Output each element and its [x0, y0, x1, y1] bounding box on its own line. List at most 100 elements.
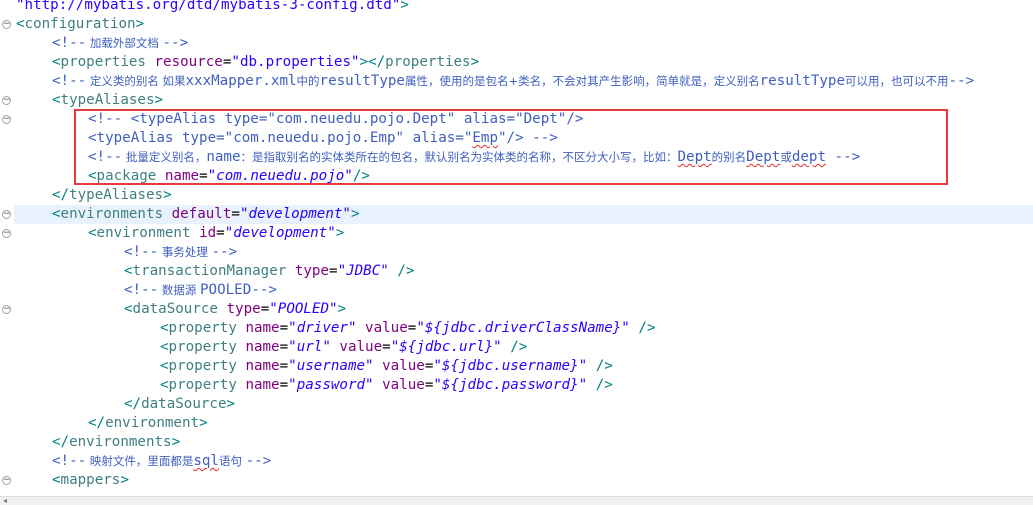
code-line-content: <mappers> — [52, 471, 129, 490]
code-token: </ — [52, 434, 70, 450]
code-token: 可以用，也可以不用 — [845, 74, 949, 88]
code-line[interactable]: <environment id="development"> — [14, 224, 1033, 243]
code-token: ></ — [359, 54, 386, 70]
code-token: POOLED--> — [199, 282, 277, 298]
code-line[interactable]: <property name="username" value="${jdbc.… — [14, 357, 1033, 376]
code-token: environments — [60, 206, 164, 222]
code-token: /> — [595, 377, 613, 393]
code-line-content: <!-- 加载外部文档 --> — [52, 34, 188, 53]
code-line[interactable]: <dataSource type="POOLED"> — [14, 300, 1033, 319]
code-line[interactable]: <transactionManager type="JDBC" /> — [14, 262, 1033, 281]
code-line[interactable]: <mappers> — [14, 471, 1033, 490]
code-line[interactable]: <typeAlias type="com.neuedu.pojo.Emp" al… — [14, 129, 1033, 148]
code-line[interactable]: </dataSource> — [14, 395, 1033, 414]
code-token: "/> --> — [498, 130, 558, 146]
code-line[interactable]: <!-- 定义类的别名 如果xxxMapper.xml中的resultType属… — [14, 72, 1033, 91]
code-token: "com.neuedu.pojo" — [207, 168, 353, 184]
code-token: Dept — [746, 149, 781, 165]
code-token: 语句 — [218, 454, 246, 468]
fold-toggle-icon[interactable]: − — [2, 20, 11, 29]
code-line-content: <property name="password" value="${jdbc.… — [160, 376, 613, 395]
code-token: transactionManager — [132, 263, 287, 279]
fold-toggle-icon[interactable]: − — [2, 115, 11, 124]
code-line-content: </typeAliases> — [52, 186, 172, 205]
code-line[interactable]: <!-- 事务处理 --> — [14, 243, 1033, 262]
code-token: --> — [948, 73, 975, 89]
code-line[interactable]: <configuration> — [14, 15, 1033, 34]
code-token: "password" — [288, 377, 374, 393]
code-line[interactable]: <property name="password" value="${jdbc.… — [14, 376, 1033, 395]
code-line-content: <dataSource type="POOLED"> — [124, 300, 346, 319]
code-line[interactable]: <!-- 数据源 POOLED--> — [14, 281, 1033, 300]
code-token: < — [160, 377, 169, 393]
code-token: resource — [154, 54, 223, 70]
code-line-content: <!-- 事务处理 --> — [124, 243, 237, 262]
code-token: < — [52, 472, 61, 488]
code-line[interactable]: <!-- <typeAlias type="com.neuedu.pojo.De… — [14, 110, 1033, 129]
horizontal-scrollbar[interactable]: ◂ — [0, 496, 1033, 505]
code-token: name — [206, 149, 241, 165]
code-token: /> — [510, 339, 528, 355]
fold-toggle-icon[interactable]: − — [2, 305, 11, 314]
code-token: property — [168, 377, 237, 393]
code-line[interactable]: <properties resource="db.properties"></p… — [14, 53, 1033, 72]
code-token: > — [120, 472, 129, 488]
code-token: = — [216, 225, 225, 241]
code-line-content: <!-- 映射文件，里面都是sql语句 --> — [52, 452, 271, 471]
code-token: 映射文件，里面都是 — [86, 454, 194, 468]
code-token: = — [382, 339, 391, 355]
code-token: package — [96, 168, 157, 184]
code-token: name — [245, 377, 280, 393]
code-token: > — [171, 434, 181, 450]
code-token: < — [124, 263, 133, 279]
fold-toggle-icon[interactable]: − — [2, 210, 11, 219]
code-token: name — [245, 358, 280, 374]
code-token: = — [279, 358, 289, 374]
code-token: < — [88, 168, 97, 184]
code-token: 定义类的别名 如果 — [86, 74, 186, 88]
code-line[interactable]: </environments> — [14, 433, 1033, 452]
code-token: > — [337, 301, 347, 317]
code-token: typeAliases — [69, 187, 164, 203]
code-token: > — [400, 0, 409, 13]
code-line[interactable]: <environments default="development"> — [14, 205, 1033, 224]
code-token: property — [168, 358, 237, 374]
code-token: < — [160, 320, 169, 336]
code-token: value — [382, 377, 425, 393]
code-line-content: <!-- 数据源 POOLED--> — [124, 281, 277, 300]
code-token: = — [279, 377, 289, 393]
code-line[interactable]: <!-- 映射文件，里面都是sql语句 --> — [14, 452, 1033, 471]
code-line[interactable]: </typeAliases> — [14, 186, 1033, 205]
code-token: "db.properties" — [231, 54, 360, 70]
fold-toggle-icon[interactable]: − — [2, 229, 11, 238]
code-line[interactable]: </environment> — [14, 414, 1033, 433]
code-token: environments — [69, 434, 172, 450]
code-token: mappers — [60, 472, 121, 488]
code-line[interactable]: <package name="com.neuedu.pojo"/> — [14, 167, 1033, 186]
code-line[interactable]: "http://mybatis.org/dtd/mybatis-3-config… — [14, 0, 1033, 15]
code-token: sql — [193, 453, 219, 469]
code-line[interactable]: <property name="url" value="${jdbc.url}"… — [14, 338, 1033, 357]
scroll-left-arrow-icon[interactable]: ◂ — [3, 497, 7, 505]
fold-toggle-icon[interactable]: − — [2, 96, 11, 105]
xml-editor[interactable]: − − − − − − − "http://mybatis.org/dtd/mybatis-… — [0, 0, 1033, 496]
code-line[interactable]: <typeAliases> — [14, 91, 1033, 110]
code-token: "development" — [224, 225, 336, 241]
fold-toggle-icon[interactable]: − — [2, 476, 11, 485]
code-line-content: <transactionManager type="JDBC" /> — [124, 262, 414, 281]
code-line[interactable]: <!-- 加载外部文档 --> — [14, 34, 1033, 53]
code-token: dataSource — [132, 301, 218, 317]
code-token: < — [16, 16, 25, 32]
code-line-content: <configuration> — [16, 15, 144, 34]
code-token: = — [199, 168, 208, 184]
code-token: 批量定义别名， — [122, 150, 207, 164]
code-line[interactable]: <property name="driver" value="${jdbc.dr… — [14, 319, 1033, 338]
code-token: property — [168, 339, 237, 355]
code-line-content: </environments> — [52, 433, 180, 452]
code-line[interactable]: <!-- 批量定义别名，name：是指取别名的实体类所在的包名，默认别名为实体类… — [14, 148, 1033, 167]
